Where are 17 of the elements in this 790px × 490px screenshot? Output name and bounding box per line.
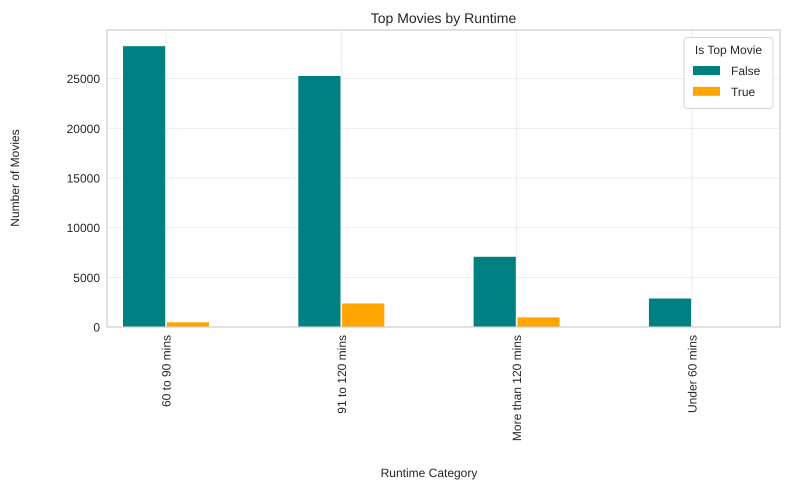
y-tick-label: 20000 (66, 122, 100, 136)
y-tick-label: 15000 (66, 172, 100, 186)
bar (648, 298, 692, 328)
y-tick-label: 10000 (66, 221, 100, 236)
x-tick-label: 91 to 120 mins (334, 335, 349, 414)
y-tick-label: 0 (93, 320, 100, 334)
legend-title: Is Top Movie (694, 43, 762, 57)
y-axis-label: Number of Movies (8, 129, 22, 227)
legend-label: False (731, 64, 760, 78)
x-tick-label: More than 120 mins (510, 335, 524, 442)
legend-label: True (731, 84, 756, 99)
x-tick-label: 60 to 90 mins (160, 335, 174, 408)
y-tick-label: 25000 (66, 72, 100, 86)
chart-title: Top Movies by Runtime (370, 10, 516, 26)
x-axis-label: Runtime Category (380, 466, 478, 480)
x-tick-label: Under 60 mins (685, 335, 700, 414)
y-tick-label: 5000 (73, 270, 100, 285)
